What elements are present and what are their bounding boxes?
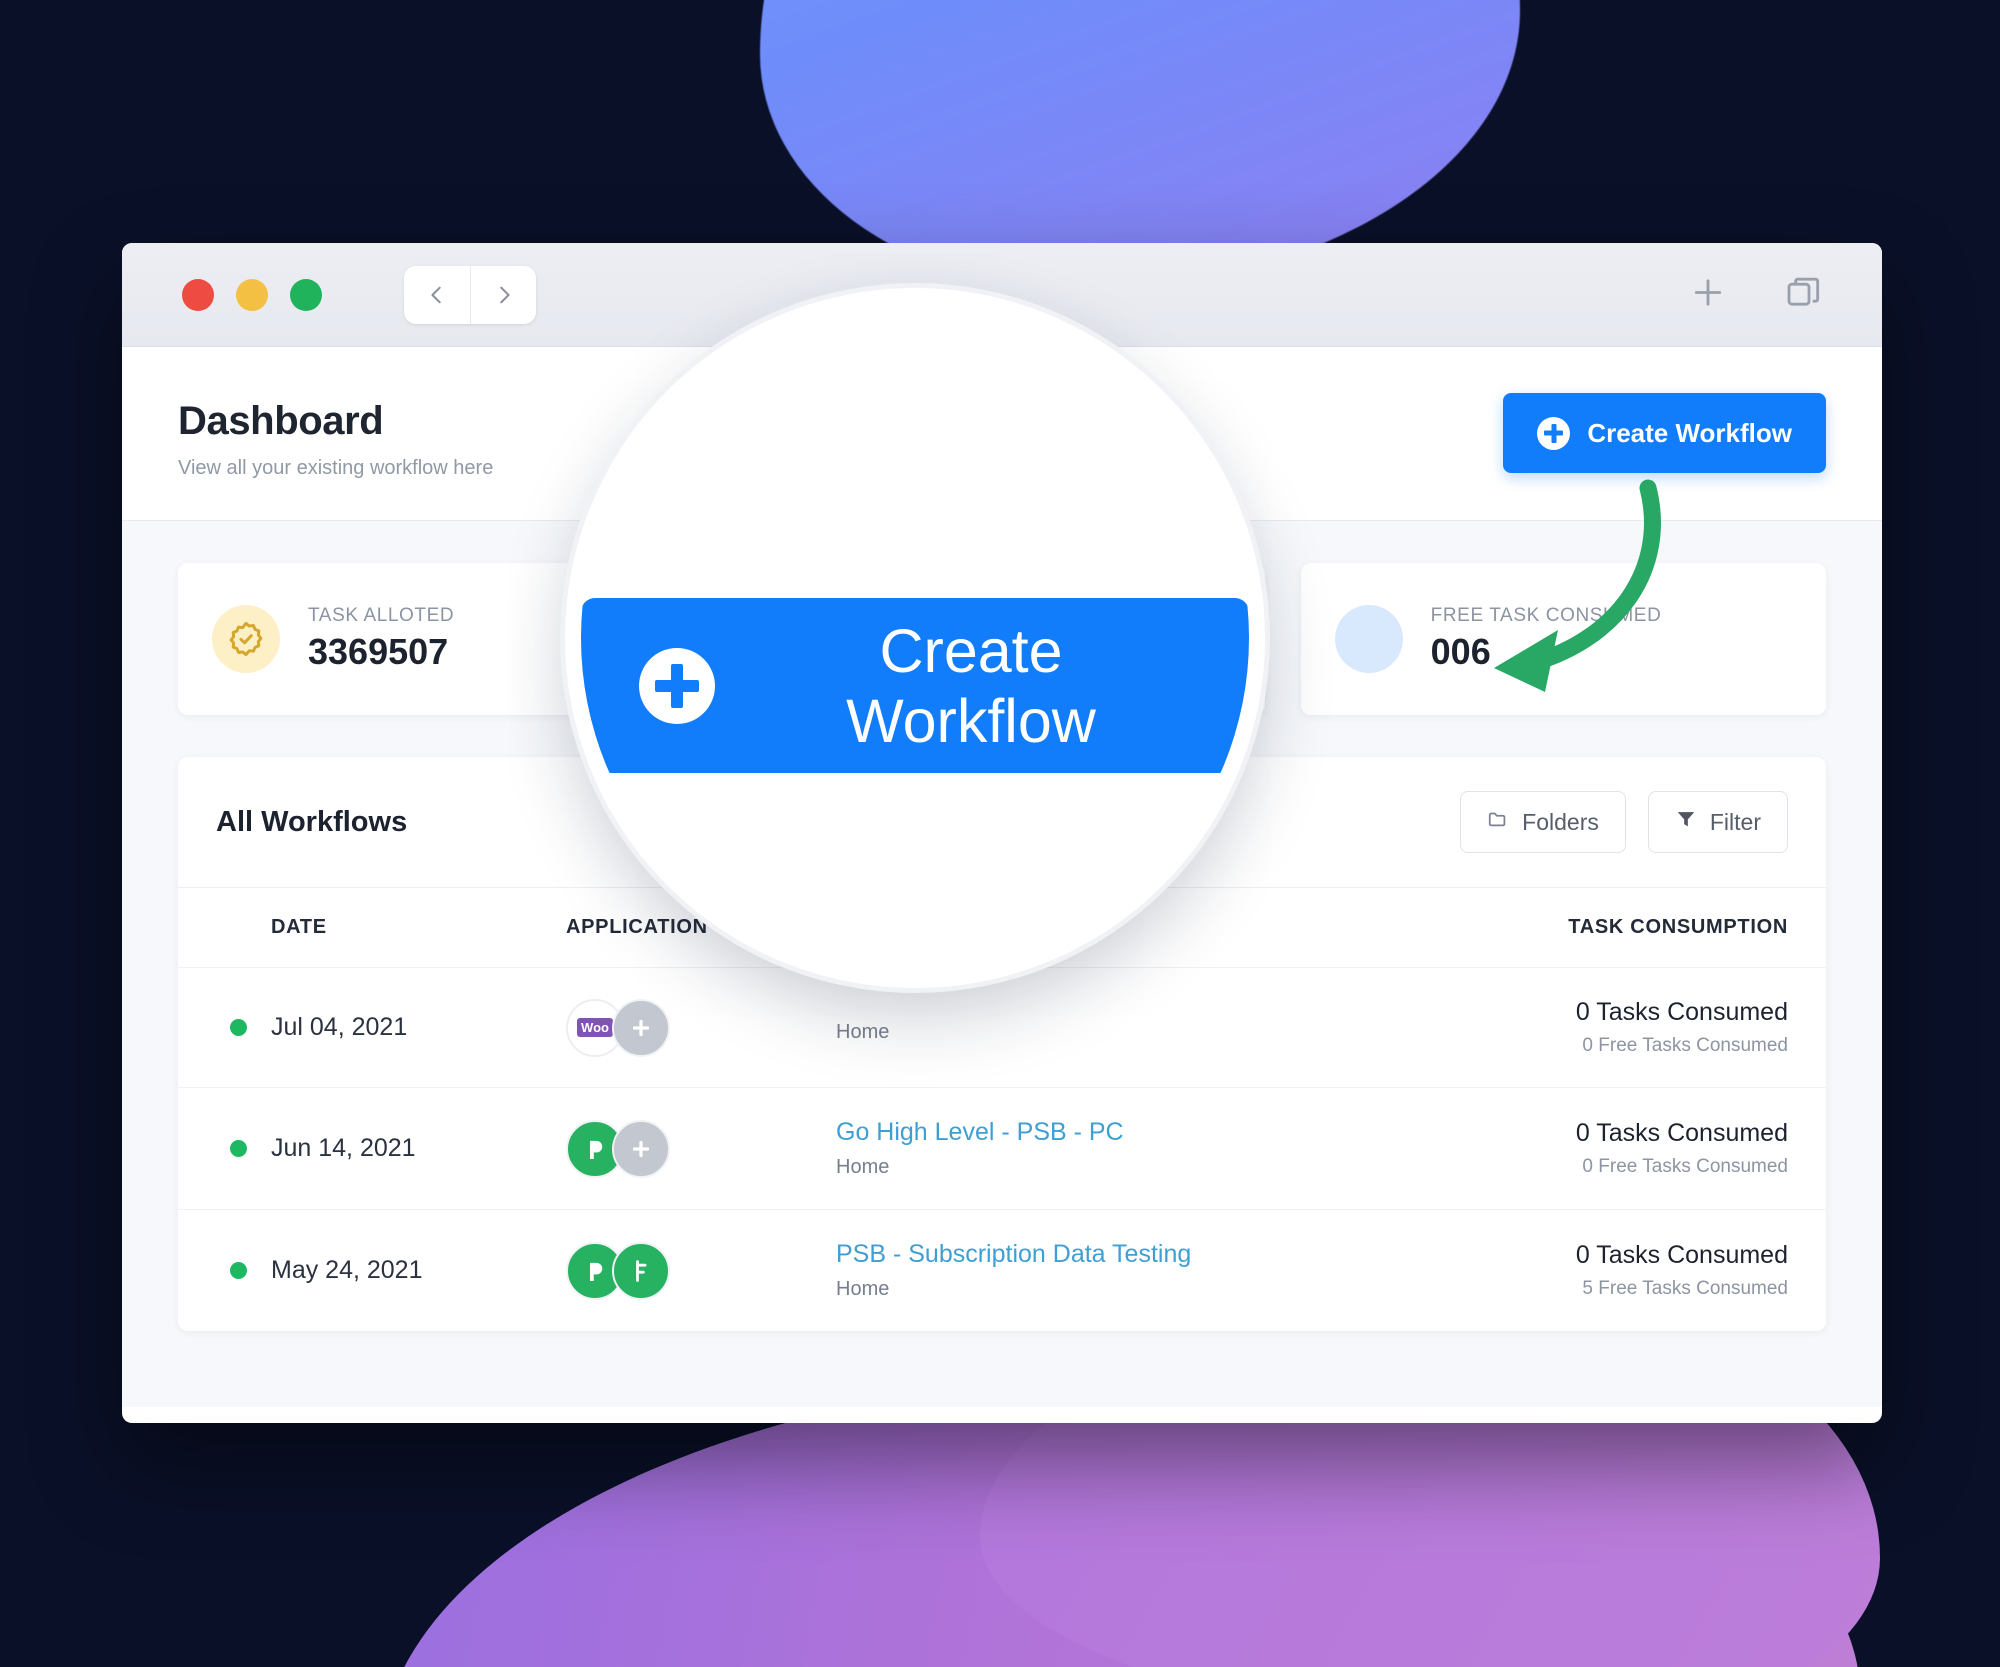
table-title: All Workflows [216,805,408,838]
screenshot-stage: Dashboard View all your existing workflo… [0,0,2000,1667]
status-active-dot-icon [230,1262,247,1279]
row-application-cell: Woo [566,998,836,1057]
table-row[interactable]: May 24, 2021 PSB - Subscription Data Tes… [178,1209,1826,1331]
table-action-buttons: Folders Filter [1460,791,1788,853]
column-header-date: DATE [271,916,327,938]
free-tasks-consumed: 0 Free Tasks Consumed [1582,1035,1788,1056]
tasks-consumed: 0 Tasks Consumed [1575,1119,1788,1147]
duplicate-window-icon[interactable] [1784,272,1824,317]
tasks-consumed: 0 Tasks Consumed [1575,1241,1788,1269]
app-icon-group [566,1241,836,1300]
stat-label: FREE TASK CONSUMED [1430,605,1662,626]
plus-icon[interactable] [1688,272,1728,317]
create-workflow-label-magnified: Create Workflow [846,616,1096,755]
row-task-cell: 0 Tasks Consumed 0 Free Tasks Consumed [1458,998,1788,1057]
create-workflow-button-magnified[interactable]: Create Workflow [581,598,1249,773]
add-app-plus-icon [612,998,670,1057]
traffic-light-buttons[interactable] [182,278,322,311]
folder-icon [1487,808,1509,836]
row-date-cell: Jul 04, 2021 [216,1013,566,1042]
row-application-cell [566,1241,836,1300]
row-task-cell: 0 Tasks Consumed 0 Free Tasks Consumed [1458,1119,1788,1178]
back-chevron-icon[interactable] [404,266,470,324]
navigation-buttons[interactable] [404,265,536,324]
free-tasks-consumed: 0 Free Tasks Consumed [1582,1156,1788,1177]
filter-button[interactable]: Filter [1647,791,1788,853]
titlebar-right-icons [1688,272,1824,317]
create-workflow-button[interactable]: Create Workflow [1503,393,1826,473]
plus-circle-icon [1537,416,1571,450]
row-date-cell: Jun 14, 2021 [216,1134,566,1163]
folders-label: Folders [1522,808,1599,835]
badge-check-icon [212,605,280,673]
magnifier-zoom-overlay: Create Workflow [565,288,1265,988]
stat-value: 006 [1430,631,1491,672]
workflow-folder: Home [836,1020,890,1043]
workflow-folder: Home [836,1156,890,1178]
status-active-dot-icon [230,1140,247,1157]
stat-card-free-task-consumed: FREE TASK CONSUMED 006 [1300,563,1826,715]
row-date: Jul 04, 2021 [271,1013,408,1041]
plus-circle-icon [639,647,715,724]
folders-button[interactable]: Folders [1460,791,1626,853]
row-name-cell: Go High Level - PSB - PC Home [836,1118,1458,1179]
row-name-cell: Home [836,1012,1458,1044]
table-row[interactable]: Jun 14, 2021 Go High Level - PSB - PC Ho… [178,1087,1826,1209]
stat-value: 3369507 [308,631,449,672]
row-date: Jun 14, 2021 [271,1134,416,1162]
row-date: May 24, 2021 [271,1256,423,1284]
close-window-button[interactable] [182,278,214,311]
workflow-name-link[interactable]: Go High Level - PSB - PC [836,1118,1458,1147]
row-name-cell: PSB - Subscription Data Testing Home [836,1240,1458,1301]
tasks-consumed: 0 Tasks Consumed [1575,998,1788,1026]
router-icon [612,1241,670,1300]
add-app-plus-icon [612,1119,670,1178]
stat-label: TASK ALLOTED [308,605,455,626]
app-icon-group: Woo [566,998,836,1057]
row-application-cell [566,1119,836,1178]
create-workflow-label: Create Workflow [1587,417,1792,448]
column-header-task-consumption: TASK CONSUMPTION [1568,916,1788,938]
minimize-window-button[interactable] [236,278,268,311]
row-date-cell: May 24, 2021 [216,1256,566,1285]
filter-label: Filter [1709,808,1761,835]
forward-chevron-icon[interactable] [470,265,536,324]
filter-icon [1675,808,1697,836]
maximize-window-button[interactable] [290,278,322,311]
workflow-folder: Home [836,1278,890,1300]
row-task-cell: 0 Tasks Consumed 5 Free Tasks Consumed [1458,1241,1788,1300]
free-tasks-consumed: 5 Free Tasks Consumed [1582,1278,1788,1299]
app-icon-group [566,1119,836,1178]
workflow-name-link[interactable]: PSB - Subscription Data Testing [836,1240,1458,1269]
status-active-dot-icon [230,1019,247,1036]
table-row[interactable]: Jul 04, 2021 Woo Home 0 Tasks Consumed 0… [178,967,1826,1087]
free-task-icon [1334,605,1403,673]
